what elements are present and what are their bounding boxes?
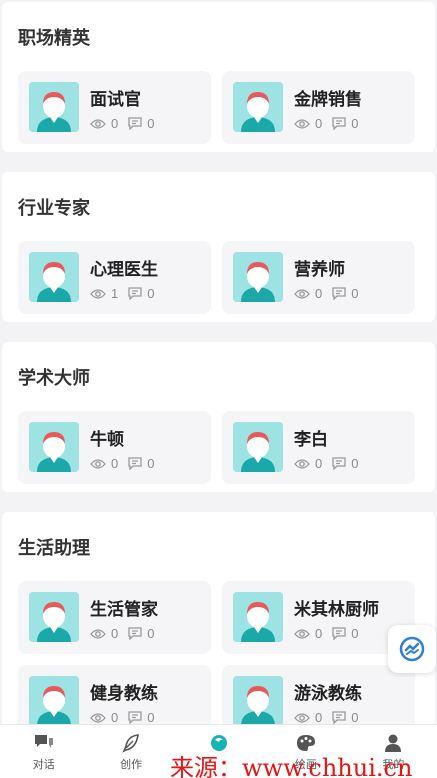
tab-chat[interactable]: 对话 bbox=[0, 725, 87, 778]
comment-count: 0 bbox=[147, 116, 155, 131]
agent-name: 营养师 bbox=[294, 260, 345, 279]
agent-name: 牛顿 bbox=[90, 430, 124, 449]
avatar bbox=[233, 422, 283, 472]
agent-stats: 0 0 bbox=[90, 456, 164, 471]
avatar bbox=[29, 422, 79, 472]
comment-icon bbox=[332, 117, 346, 130]
tab-label: 创作 bbox=[120, 759, 143, 771]
agent-card-psychologist[interactable]: 心理医生 1 0 bbox=[18, 241, 211, 314]
agent-name: 米其林厨师 bbox=[294, 600, 379, 619]
view-count: 0 bbox=[315, 286, 323, 301]
eye-icon bbox=[294, 118, 310, 129]
comment-icon bbox=[332, 457, 346, 470]
agent-card-interviewer[interactable]: 面试官 0 0 bbox=[18, 71, 211, 144]
agent-card-gold-sales[interactable]: 金牌销售 0 0 bbox=[222, 71, 415, 144]
agent-stats: 0 0 bbox=[90, 710, 164, 725]
comment-icon bbox=[128, 287, 142, 300]
agent-name: 心理医生 bbox=[90, 260, 158, 279]
comment-icon bbox=[332, 627, 346, 640]
agent-name: 健身教练 bbox=[90, 684, 158, 703]
tab-label: 对话 bbox=[32, 759, 55, 771]
avatar bbox=[233, 252, 283, 302]
eye-icon bbox=[294, 288, 310, 299]
comment-icon bbox=[128, 711, 142, 724]
view-count: 0 bbox=[111, 626, 119, 641]
comment-count: 0 bbox=[351, 286, 359, 301]
eye-icon bbox=[294, 712, 310, 723]
watermark-text: 来源：www.chhui.cn bbox=[170, 754, 413, 778]
comment-icon bbox=[128, 457, 142, 470]
comment-count: 0 bbox=[147, 456, 155, 471]
agent-card-michelin-chef[interactable]: 米其林厨师 0 0 bbox=[222, 581, 415, 654]
avatar bbox=[29, 592, 79, 642]
chat-icon bbox=[34, 735, 53, 748]
agent-name: 生活管家 bbox=[90, 600, 158, 619]
section-career: 职场精英 面试官 0 0 金牌销售 0 0 bbox=[2, 2, 435, 152]
comment-count: 0 bbox=[351, 456, 359, 471]
agent-stats: 0 0 bbox=[90, 626, 164, 641]
agent-name: 李白 bbox=[294, 430, 328, 449]
agent-stats: 0 0 bbox=[294, 456, 368, 471]
avatar bbox=[233, 82, 283, 132]
view-count: 0 bbox=[111, 116, 119, 131]
comment-icon bbox=[332, 287, 346, 300]
refresh-bot-icon bbox=[399, 636, 425, 662]
agent-card-nutritionist[interactable]: 营养师 0 0 bbox=[222, 241, 415, 314]
floating-assistant-button[interactable] bbox=[388, 625, 436, 673]
view-count: 0 bbox=[315, 116, 323, 131]
tab-create[interactable]: 创作 bbox=[87, 725, 174, 778]
agent-stats: 0 0 bbox=[294, 626, 368, 641]
agent-name: 游泳教练 bbox=[294, 684, 362, 703]
feather-icon bbox=[122, 734, 140, 753]
app-page: 职场精英 面试官 0 0 金牌销售 0 0 行业专家 心理医生 1 0 营养师 … bbox=[0, 0, 437, 778]
section-title: 职场精英 bbox=[18, 28, 90, 48]
comment-icon bbox=[128, 627, 142, 640]
avatar bbox=[233, 676, 283, 726]
agent-stats: 0 0 bbox=[294, 116, 368, 131]
view-count: 1 bbox=[111, 286, 119, 301]
agent-stats: 0 0 bbox=[294, 710, 368, 725]
agent-card-newton[interactable]: 牛顿 0 0 bbox=[18, 411, 211, 484]
comment-count: 0 bbox=[351, 710, 359, 725]
agent-name: 金牌销售 bbox=[294, 90, 362, 109]
section-title: 生活助理 bbox=[18, 538, 90, 558]
section-experts: 行业专家 心理医生 1 0 营养师 0 0 bbox=[2, 172, 435, 322]
agent-stats: 1 0 bbox=[90, 286, 164, 301]
section-title: 行业专家 bbox=[18, 198, 90, 218]
agent-card-housekeeper[interactable]: 生活管家 0 0 bbox=[18, 581, 211, 654]
comment-icon bbox=[332, 711, 346, 724]
agent-card-li-bai[interactable]: 李白 0 0 bbox=[222, 411, 415, 484]
agent-stats: 0 0 bbox=[90, 116, 164, 131]
section-scholars: 学术大师 牛顿 0 0 李白 0 0 bbox=[2, 342, 435, 492]
avatar bbox=[29, 82, 79, 132]
agent-stats: 0 0 bbox=[294, 286, 368, 301]
view-count: 0 bbox=[315, 456, 323, 471]
eye-icon bbox=[90, 288, 106, 299]
comment-count: 0 bbox=[351, 626, 359, 641]
view-count: 0 bbox=[111, 710, 119, 725]
comment-count: 0 bbox=[147, 710, 155, 725]
comment-count: 0 bbox=[147, 286, 155, 301]
eye-icon bbox=[90, 712, 106, 723]
eye-icon bbox=[294, 458, 310, 469]
comment-icon bbox=[128, 117, 142, 130]
agent-name: 面试官 bbox=[90, 90, 141, 109]
avatar bbox=[29, 252, 79, 302]
comment-count: 0 bbox=[147, 626, 155, 641]
eye-icon bbox=[90, 118, 106, 129]
comment-count: 0 bbox=[351, 116, 359, 131]
view-count: 0 bbox=[315, 626, 323, 641]
section-title: 学术大师 bbox=[18, 368, 90, 388]
view-count: 0 bbox=[111, 456, 119, 471]
eye-icon bbox=[294, 628, 310, 639]
avatar bbox=[233, 592, 283, 642]
view-count: 0 bbox=[315, 710, 323, 725]
eye-icon bbox=[90, 458, 106, 469]
eye-icon bbox=[90, 628, 106, 639]
avatar bbox=[29, 676, 79, 726]
